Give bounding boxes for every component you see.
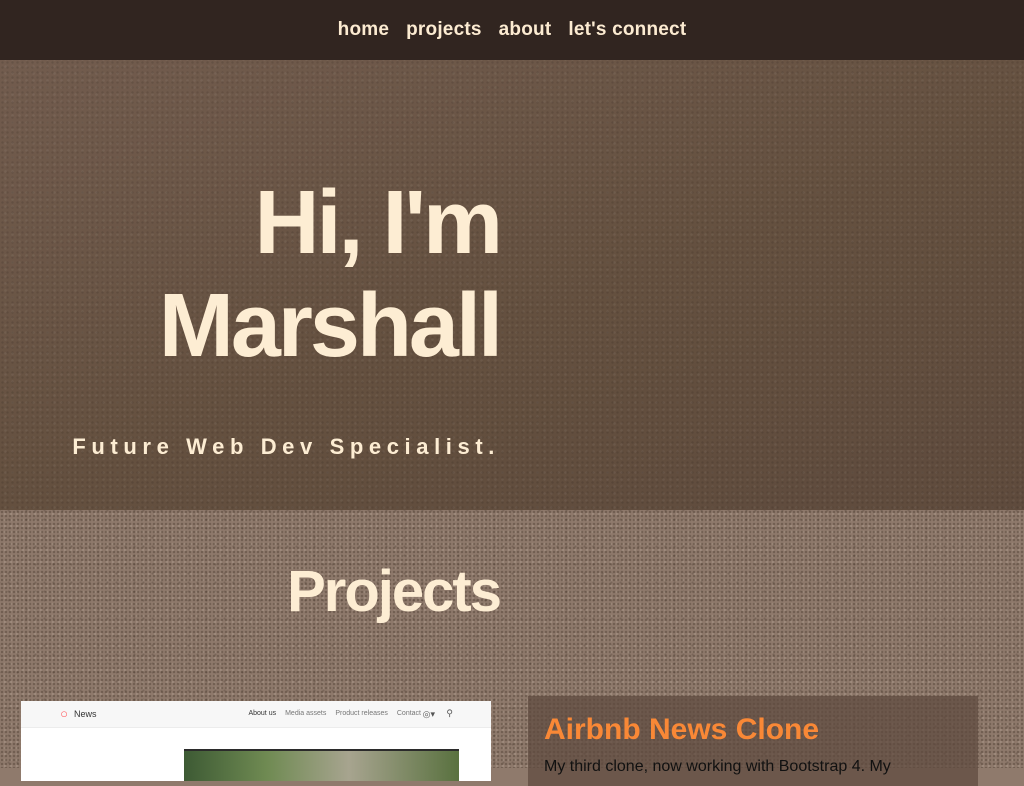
projects-heading: Projects [287,559,502,624]
project-title[interactable]: Airbnb News Clone [544,713,819,747]
hero-subtitle: Future Web Dev Specialist. [72,434,500,459]
hero-section: Hi, I'm Marshall Future Web Dev Speciali… [0,60,1024,510]
screenshot-link-about: About us [248,710,277,717]
top-nav: home projects about let's connect [0,0,1024,60]
hero-title: Hi, I'm Marshall [158,172,503,378]
screenshot-hero-image [184,749,459,781]
screenshot-header: ○ News About us Media assets Product rel… [21,701,491,728]
screenshot-nav: About us Media assets Product releases C… [248,710,421,717]
project-description: My third clone, now working with Bootstr… [544,758,891,775]
airbnb-logo-icon: ○ [60,706,68,721]
nav-link-about[interactable]: about [499,19,552,41]
project-card: Airbnb News Clone My third clone, now wo… [528,696,978,786]
globe-icon: ◎▾ [422,709,435,719]
screenshot-link-media: Media assets [285,710,327,717]
search-icon: ⚲ [446,708,453,718]
screenshot-brand: News [74,709,97,719]
nav-link-home[interactable]: home [338,19,389,41]
project-screenshot[interactable]: ○ News About us Media assets Product rel… [21,701,491,781]
screenshot-link-releases: Product releases [335,710,388,717]
hero-title-line-1: Hi, I'm [254,173,503,273]
hero-title-line-2: Marshall [158,276,503,376]
screenshot-link-contact: Contact [396,710,421,717]
nav-link-projects[interactable]: projects [406,19,482,41]
nav-link-lets-connect[interactable]: let's connect [568,19,686,41]
projects-section: Projects ○ News About us Media assets Pr… [0,510,1024,786]
